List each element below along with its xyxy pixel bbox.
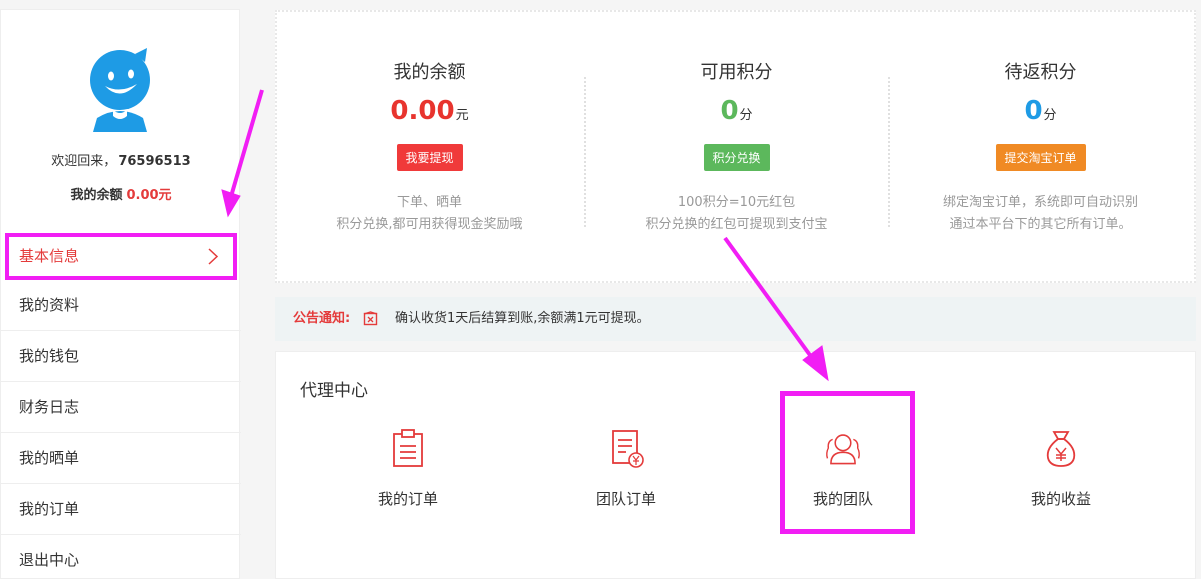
stat-value: 0分 [584,96,889,126]
stat-desc-line: 100积分=10元红包 [677,195,796,210]
stat-desc-line: 绑定淘宝订单，系统即可自动识别 [942,195,1138,210]
welcome-text: 欢迎回来， 76596513 [1,150,241,169]
sidebar-balance: 我的余额 0.00元 [1,184,241,203]
stat-desc-line: 下单、晒单 [396,195,462,210]
sidebar-item-label: 我的订单 [19,500,80,518]
stat-value: 0分 [888,96,1193,126]
balance-label: 我的余额 [70,188,123,203]
sidebar-item-shares[interactable]: 我的晒单 [1,433,241,484]
avatar [90,48,150,132]
order-yen-icon [612,430,644,468]
sidebar-item-logout[interactable]: 退出中心 [1,535,241,579]
sidebar-item-orders[interactable]: 我的订单 [1,484,241,535]
agent-item-label: 我的收益 [1030,490,1091,508]
sidebar-item-label: 退出中心 [19,551,80,569]
stat-points: 可用积分 0分 积分兑换 100积分=10元红包积分兑换的红包可提现到支付宝 [584,12,889,281]
agent-center: 代理中心 我的订单 团队订单 我的团队 我的收益 [275,351,1196,579]
stat-pending-points: 待返积分 0分 提交淘宝订单 绑定淘宝订单，系统即可自动识别 通过本平台下的其它所… [888,12,1193,281]
withdraw-button[interactable]: 我要提现 [396,144,463,171]
notice-icon [363,311,378,326]
money-bag-icon [1046,431,1076,467]
stat-desc-line: 通过本平台下的其它所有订单。 [949,217,1132,232]
sidebar-item-wallet[interactable]: 我的钱包 [1,331,241,382]
agent-item-label: 团队订单 [595,490,656,508]
sidebar-menu: 基本信息 我的资料 我的钱包 财务日志 我的晒单 我的订单 退出中心 [1,233,241,579]
agent-item-label: 我的订单 [377,490,438,508]
submit-taobao-order-button[interactable]: 提交淘宝订单 [995,144,1086,171]
stat-unit: 分 [1043,108,1057,123]
welcome-prefix: 欢迎回来， [51,154,117,169]
sidebar-item-basic-info[interactable]: 基本信息 [5,233,237,280]
balance-amount: 0.00元 [126,188,172,203]
stat-title: 待返积分 [1004,62,1077,83]
stat-number: 0 [1024,96,1043,126]
stat-desc: 下单、晒单积分兑换,都可用获得现金奖励哦 [277,192,582,236]
stat-desc: 100积分=10元红包积分兑换的红包可提现到支付宝 [584,192,889,236]
notice-label: 公告通知: [293,311,351,326]
stat-title: 可用积分 [700,62,773,83]
stat-desc-line: 积分兑换的红包可提现到支付宝 [645,217,828,232]
sidebar: 欢迎回来， 76596513 我的余额 0.00元 基本信息 我的资料 我的钱包 财… [0,9,241,579]
highlight-box [780,391,915,534]
agent-center-heading: 代理中心 [300,381,368,401]
sidebar-item-label: 基本信息 [19,247,80,265]
notice-text: 确认收货1天后结算到账,余额满1元可提现。 [395,311,650,326]
agent-item-my-earnings[interactable]: 我的收益 [1001,422,1121,509]
sidebar-item-label: 财务日志 [19,398,80,416]
stat-unit: 元 [455,108,469,123]
stat-title: 我的余额 [393,62,466,83]
redeem-points-button[interactable]: 积分兑换 [703,144,770,171]
sidebar-item-label: 我的晒单 [19,449,80,467]
stat-number: 0.00 [390,96,455,126]
stat-value: 0.00元 [277,96,582,126]
clipboard-icon [393,429,423,467]
user-id: 76596513 [118,154,191,169]
stats-card: 我的余额 0.00元 我要提现 下单、晒单积分兑换,都可用获得现金奖励哦 可用积… [275,10,1196,283]
agent-item-my-orders[interactable]: 我的订单 [348,422,468,509]
sidebar-item-label: 我的资料 [19,296,80,314]
stat-desc-line: 积分兑换,都可用获得现金奖励哦 [336,217,523,232]
sidebar-item-profile[interactable]: 我的资料 [1,280,241,331]
sidebar-item-label: 我的钱包 [19,347,80,365]
notice-bar: 公告通知: 确认收货1天后结算到账,余额满1元可提现。 [275,297,1196,341]
sidebar-item-finance-log[interactable]: 财务日志 [1,382,241,433]
stat-desc: 绑定淘宝订单，系统即可自动识别 通过本平台下的其它所有订单。 [888,192,1193,236]
stat-balance: 我的余额 0.00元 我要提现 下单、晒单积分兑换,都可用获得现金奖励哦 [277,12,582,281]
stat-unit: 分 [739,108,753,123]
stat-number: 0 [720,96,739,126]
agent-item-team-orders[interactable]: 团队订单 [566,422,686,509]
